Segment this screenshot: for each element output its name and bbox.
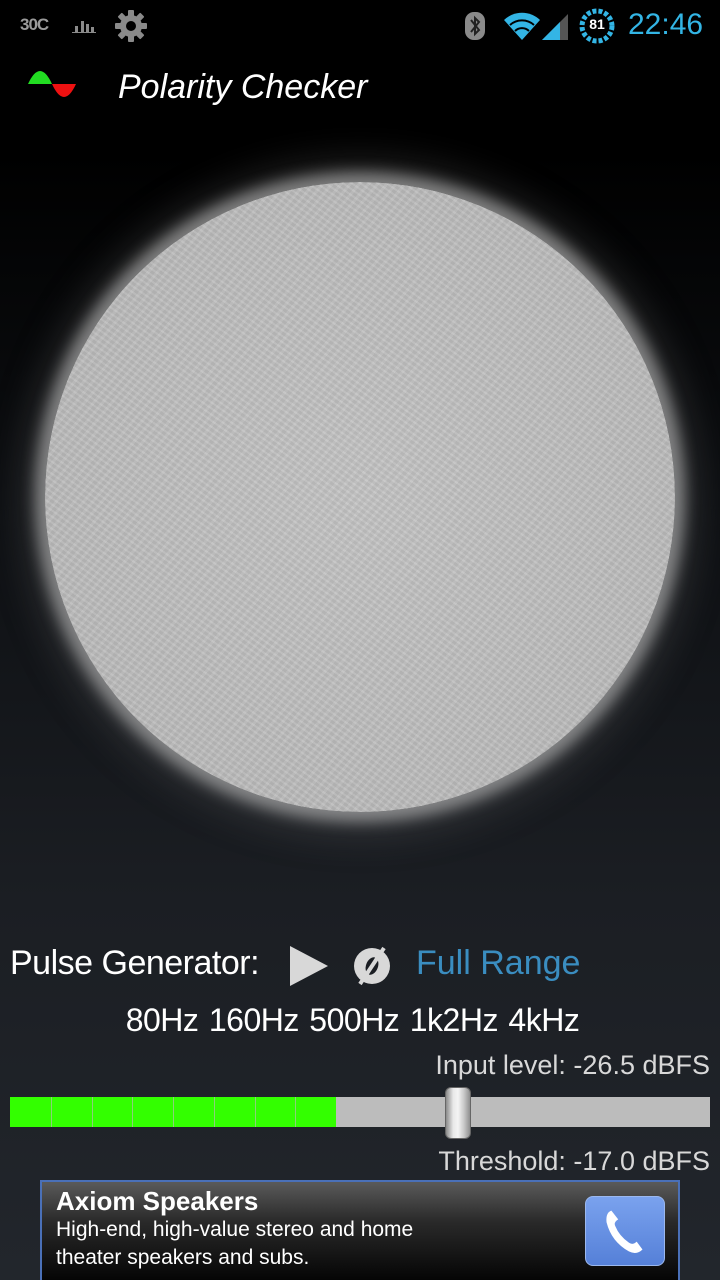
pulse-generator-label: Pulse Generator: (10, 944, 260, 982)
threshold-slider-thumb[interactable] (445, 1087, 471, 1139)
level-meter-fill (10, 1097, 336, 1127)
wifi-icon (504, 12, 540, 40)
meter-segment-divider (92, 1097, 93, 1127)
clock: 22:46 (628, 8, 704, 41)
level-meter[interactable] (10, 1097, 710, 1127)
phone-icon (606, 1210, 643, 1253)
frequency-list: 80Hz 160Hz 500Hz 1k2Hz 4kHz (0, 1002, 720, 1039)
battery-level: 81 (589, 16, 605, 32)
meter-segment-divider (255, 1097, 256, 1127)
meter-segment-divider (132, 1097, 133, 1127)
app-title: Polarity Checker (118, 68, 368, 106)
speaker-cone[interactable] (45, 182, 675, 812)
ad-banner[interactable]: Axiom Speakers High-end, high-value ster… (40, 1180, 680, 1280)
frequency-option[interactable]: 500Hz (309, 1002, 400, 1039)
frequency-option[interactable]: 160Hz (209, 1002, 300, 1039)
range-selector[interactable]: Full Range (416, 944, 580, 983)
play-icon[interactable] (288, 944, 330, 988)
meter-segment-divider (214, 1097, 215, 1127)
input-level-label: Input level: -26.5 dBFS (435, 1050, 710, 1080)
temperature-indicator: 30C (20, 15, 49, 34)
ad-title: Axiom Speakers (56, 1186, 259, 1216)
ad-call-button[interactable] (585, 1196, 665, 1266)
gear-icon (115, 10, 147, 42)
polarity-sine-wave-icon[interactable] (26, 64, 82, 108)
meter-segment-divider (51, 1097, 52, 1127)
phase-invert-icon[interactable] (350, 944, 394, 988)
ad-description-line-1: High-end, high-value stereo and home (56, 1218, 414, 1241)
meter-segment-divider (295, 1097, 296, 1127)
action-bar: Polarity Checker (0, 52, 720, 124)
meter-segment-divider (173, 1097, 174, 1127)
frequency-option[interactable]: 4kHz (508, 1002, 579, 1039)
threshold-label: Threshold: -17.0 dBFS (438, 1146, 710, 1176)
frequency-option[interactable]: 80Hz (126, 1002, 199, 1039)
bluetooth-icon (465, 12, 485, 40)
speaker-texture (45, 182, 675, 812)
signal-icon (542, 14, 568, 40)
status-bar: 30C 81 22:46 (0, 0, 720, 50)
pulse-generator-row: Pulse Generator: Full Range (10, 942, 710, 992)
chart-icon (72, 21, 96, 33)
frequency-option[interactable]: 1k2Hz (410, 1002, 499, 1039)
ad-description-line-2: theater speakers and subs. (56, 1246, 310, 1269)
